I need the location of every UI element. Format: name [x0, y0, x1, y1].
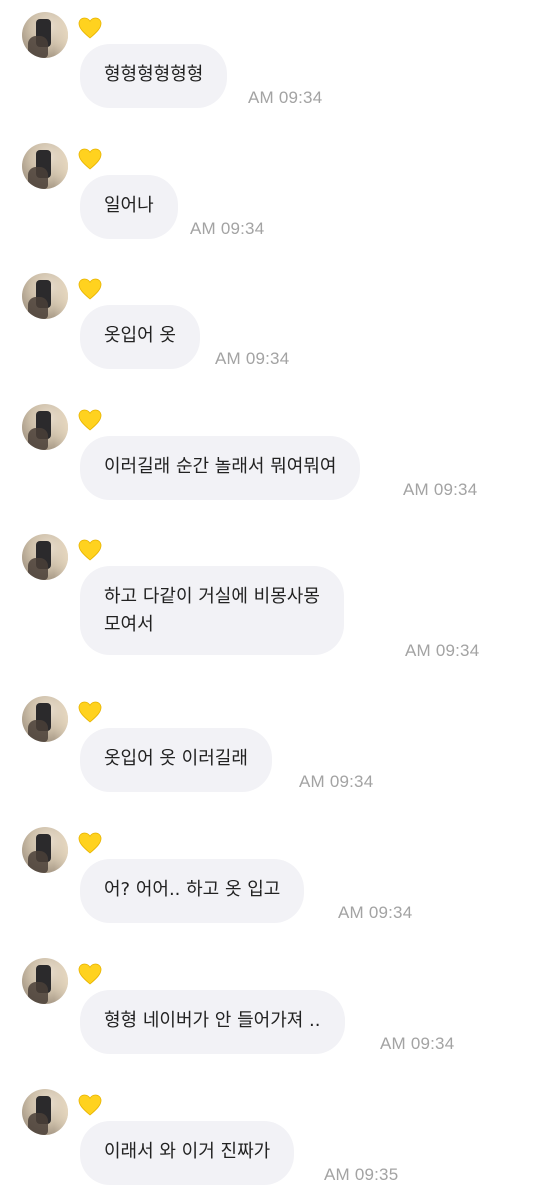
avatar[interactable] [22, 273, 68, 319]
message: 하고 다같이 거실에 비몽사몽 모여서 AM 09:34 [0, 534, 543, 664]
avatar[interactable] [22, 404, 68, 450]
avatar[interactable] [22, 958, 68, 1004]
yellow-heart-icon [78, 963, 102, 985]
message: 옷입어 옷 이러길래 AM 09:34 [0, 696, 543, 796]
yellow-heart-icon [78, 701, 102, 723]
message-bubble[interactable]: 옷입어 옷 이러길래 [80, 728, 272, 792]
message-timestamp: AM 09:34 [190, 219, 265, 238]
avatar[interactable] [22, 143, 68, 189]
avatar[interactable] [22, 696, 68, 742]
avatar[interactable] [22, 12, 68, 58]
message: 이래서 와 이거 진짜가 AM 09:35 [0, 1089, 543, 1189]
message-bubble[interactable]: 형형 네이버가 안 들어가져 .. [80, 990, 345, 1054]
yellow-heart-icon [78, 539, 102, 561]
message-timestamp: AM 09:34 [380, 1034, 455, 1053]
avatar[interactable] [22, 827, 68, 873]
message-timestamp: AM 09:34 [405, 641, 480, 660]
message: 옷입어 옷 AM 09:34 [0, 273, 543, 373]
message: 일어나 AM 09:34 [0, 143, 543, 243]
message-bubble[interactable]: 옷입어 옷 [80, 305, 200, 369]
message: 형형형형형형 AM 09:34 [0, 12, 543, 112]
message-timestamp: AM 09:34 [299, 772, 374, 791]
message-bubble[interactable]: 하고 다같이 거실에 비몽사몽 모여서 [80, 566, 344, 655]
message-bubble[interactable]: 이러길래 순간 놀래서 뭐여뭐여 [80, 436, 361, 500]
message-timestamp: AM 09:35 [324, 1165, 399, 1184]
chat-feed[interactable]: 형형형형형형 AM 09:34 일어나 AM 09:34 옷입어 옷 AM 09… [0, 0, 543, 1200]
message-bubble[interactable]: 이래서 와 이거 진짜가 [80, 1121, 295, 1185]
message-bubble[interactable]: 일어나 [80, 175, 178, 239]
yellow-heart-icon [78, 832, 102, 854]
yellow-heart-icon [78, 409, 102, 431]
message: 어? 어어.. 하고 옷 입고 AM 09:34 [0, 827, 543, 927]
message-timestamp: AM 09:34 [248, 88, 323, 107]
yellow-heart-icon [78, 1094, 102, 1116]
message-timestamp: AM 09:34 [215, 349, 290, 368]
message: 이러길래 순간 놀래서 뭐여뭐여 AM 09:34 [0, 404, 543, 504]
yellow-heart-icon [78, 278, 102, 300]
message: 형형 네이버가 안 들어가져 .. AM 09:34 [0, 958, 543, 1058]
message-bubble[interactable]: 어? 어어.. 하고 옷 입고 [80, 859, 305, 923]
message-timestamp: AM 09:34 [403, 480, 478, 499]
yellow-heart-icon [78, 17, 102, 39]
message-bubble[interactable]: 형형형형형형 [80, 44, 228, 108]
avatar[interactable] [22, 534, 68, 580]
yellow-heart-icon [78, 148, 102, 170]
avatar[interactable] [22, 1089, 68, 1135]
message-timestamp: AM 09:34 [338, 903, 413, 922]
